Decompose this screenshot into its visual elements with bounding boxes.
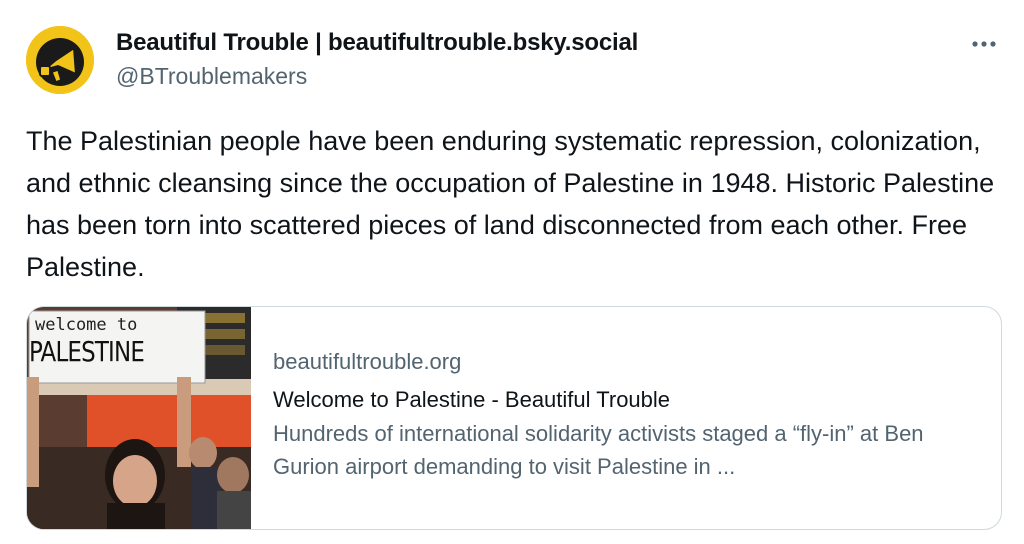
sign-text-main: PALESTINE bbox=[29, 335, 145, 368]
card-body: beautifultrouble.org Welcome to Palestin… bbox=[273, 349, 983, 483]
megaphone-icon bbox=[26, 26, 94, 94]
card-thumbnail: welcome to PALESTINE bbox=[27, 307, 251, 529]
more-options-button[interactable] bbox=[964, 30, 1004, 58]
sign-text-top: welcome to bbox=[35, 315, 138, 335]
link-card[interactable]: welcome to PALESTINE beautifultrouble.or… bbox=[26, 306, 1002, 530]
display-name[interactable]: Beautiful Trouble | beautifultrouble.bsk… bbox=[116, 29, 638, 57]
card-title: Welcome to Palestine - Beautiful Trouble bbox=[273, 387, 671, 412]
card-domain: beautifultrouble.org bbox=[273, 349, 462, 374]
user-handle[interactable]: @BTroublemakers bbox=[116, 63, 307, 90]
tweet-text: The Palestinian people have been endurin… bbox=[26, 126, 995, 282]
more-dots-icon bbox=[972, 41, 996, 47]
avatar[interactable] bbox=[26, 26, 94, 94]
card-description: Hundreds of international solidarity act… bbox=[273, 421, 924, 479]
